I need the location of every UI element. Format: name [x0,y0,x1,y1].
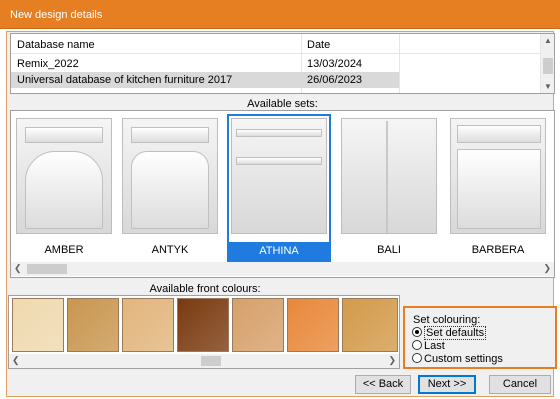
set-antyk[interactable]: ANTYK [118,114,222,262]
sets-horizontal-scrollbar[interactable]: ❮ ❯ [11,262,554,276]
colour-swatch[interactable] [122,298,174,352]
door-image [122,118,218,234]
radio-unselected-icon[interactable] [412,340,422,350]
scroll-down-icon[interactable]: ▼ [544,82,552,91]
set-label: AMBER [44,244,84,256]
next-button[interactable]: Next >> [418,375,476,394]
window-title: New design details [10,9,103,21]
scroll-thumb[interactable] [201,356,221,366]
table-vertical-scrollbar[interactable]: ▲ ▼ [540,34,554,93]
colour-swatch[interactable] [342,298,398,352]
set-bali[interactable]: BALI [337,114,441,262]
colour-swatch[interactable] [67,298,119,352]
available-sets-label: Available sets: [247,98,318,110]
scroll-up-icon[interactable]: ▲ [544,36,552,45]
colour-swatch[interactable] [12,298,64,352]
radio-set-defaults[interactable]: Set defaults [412,326,487,340]
set-label: ATHINA [227,242,331,260]
scroll-thumb[interactable] [27,264,67,274]
table-row[interactable]: Remix_2022 13/03/2024 [11,56,541,72]
row-date: 26/06/2023 [307,74,363,86]
cancel-button[interactable]: Cancel [489,375,551,394]
door-image [450,118,546,234]
scroll-right-icon[interactable]: ❯ [388,355,396,366]
set-label: ANTYK [151,244,189,256]
colours-horizontal-scrollbar[interactable]: ❮ ❯ [9,354,399,368]
radio-label: Custom settings [424,353,503,365]
set-label: BARBERA [471,244,525,256]
set-athina[interactable]: ATHINA [227,114,331,262]
colour-swatch[interactable] [232,298,284,352]
column-header-date[interactable]: Date [307,37,330,53]
door-image [16,118,112,234]
set-colouring-title: Set colouring: [413,314,481,326]
radio-last[interactable]: Last [412,340,445,352]
available-front-colours-label: Available front colours: [149,283,261,295]
radio-selected-icon[interactable] [412,327,422,337]
door-image [341,118,437,234]
scroll-thumb[interactable] [543,58,553,74]
colour-swatch[interactable] [287,298,339,352]
set-colouring-group: Set colouring: Set defaults Last Custom … [403,306,557,369]
set-amber[interactable]: AMBER [12,114,116,262]
scroll-right-icon[interactable]: ❯ [543,263,551,274]
row-date: 13/03/2024 [307,58,363,70]
scroll-left-icon[interactable]: ❮ [12,355,20,366]
database-table[interactable]: Database name Date Remix_2022 13/03/2024… [10,33,555,94]
row-database-name: Remix_2022 [17,58,79,70]
table-header: Database name Date [11,34,541,54]
set-barbera[interactable]: BARBERA [446,114,550,262]
title-bar: New design details [0,0,560,29]
row-database-name: Universal database of kitchen furniture … [17,74,233,86]
column-header-database-name[interactable]: Database name [17,37,95,53]
scroll-left-icon[interactable]: ❮ [14,263,22,274]
radio-unselected-icon[interactable] [412,353,422,363]
set-label: BALI [377,244,401,256]
radio-label: Set defaults [424,326,487,340]
table-row-selected[interactable]: Universal database of kitchen furniture … [11,72,399,88]
radio-custom-settings[interactable]: Custom settings [412,353,503,365]
door-image [231,118,327,234]
colour-swatch[interactable] [177,298,229,352]
back-button[interactable]: << Back [355,375,411,394]
radio-label: Last [424,340,445,352]
